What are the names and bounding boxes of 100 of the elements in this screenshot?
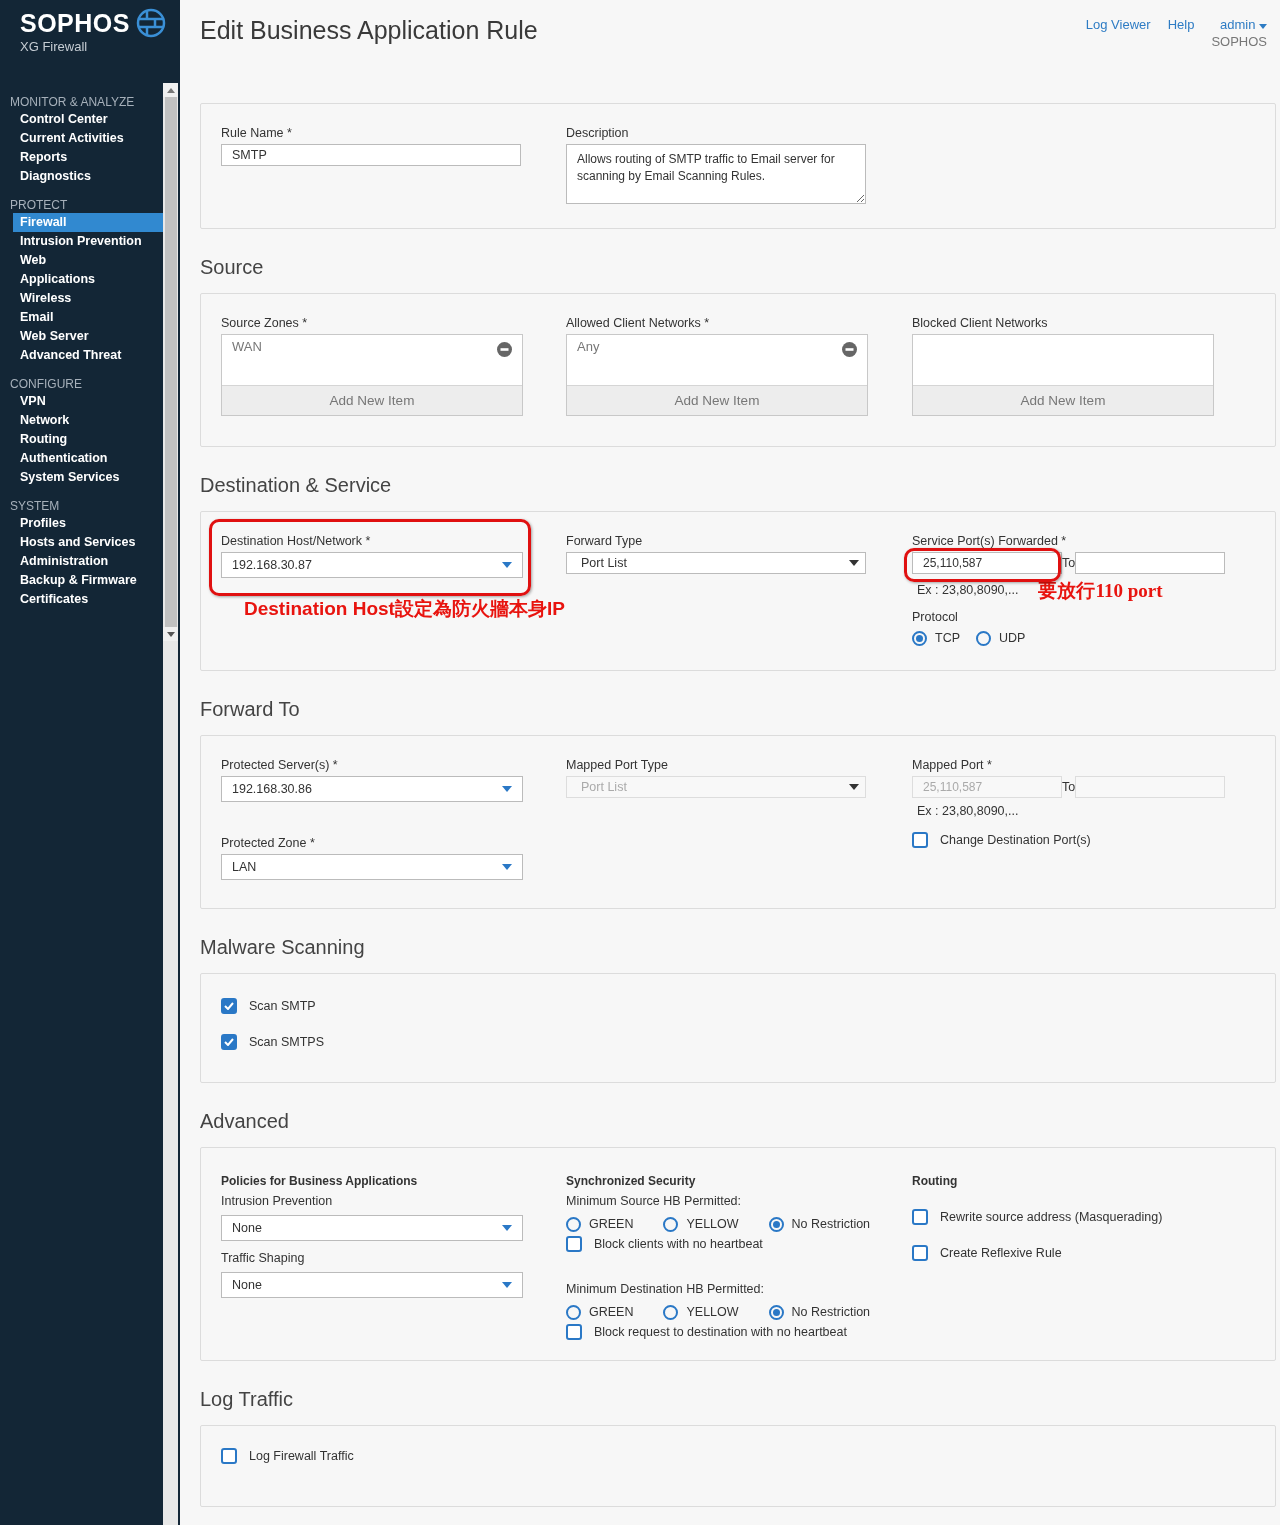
radio-option[interactable]: No Restriction	[768, 1214, 871, 1234]
section-heading: Source	[200, 255, 265, 280]
annotation-text: Destination Host設定為防火牆本身IP	[244, 597, 566, 621]
section-heading: Malware Scanning	[200, 935, 366, 960]
option-label: YELLOW	[686, 1305, 739, 1319]
add-item-button[interactable]: Add New Item	[567, 385, 867, 415]
nav-item[interactable]: Web Server	[13, 327, 163, 346]
radio-option[interactable]: UDP	[976, 628, 1026, 648]
section-heading: Log Traffic	[200, 1387, 295, 1412]
nav-item[interactable]: Firewall	[13, 213, 163, 232]
nav-item[interactable]: VPN	[13, 392, 163, 411]
checkbox[interactable]	[912, 1245, 928, 1261]
nav-item[interactable]: Hosts and Services	[13, 533, 163, 552]
organization-name: SOPHOS	[1211, 34, 1267, 49]
radio-button[interactable]	[976, 630, 991, 646]
rule-name-field[interactable]: SMTP	[221, 144, 521, 166]
scroll-up-icon[interactable]	[166, 87, 175, 93]
nav-item[interactable]: Network	[13, 411, 163, 430]
checkbox[interactable]	[221, 1448, 237, 1464]
checkbox[interactable]	[912, 1209, 928, 1225]
header-link[interactable]: Help	[1167, 17, 1195, 103]
field-label: Rule Name *	[221, 126, 293, 142]
checkbox[interactable]	[912, 832, 928, 848]
policy-dropdown[interactable]: None	[221, 1272, 523, 1298]
field-label: Traffic Shaping	[221, 1251, 306, 1267]
nav-item[interactable]: Email	[13, 308, 163, 327]
nav-item[interactable]: Diagnostics	[13, 167, 163, 186]
radio-button[interactable]	[912, 630, 927, 646]
radio-option[interactable]: YELLOW	[663, 1214, 739, 1234]
nav-item[interactable]: Reports	[13, 148, 163, 167]
option-label: UDP	[999, 631, 1026, 645]
section-heading: Destination & Service	[200, 473, 393, 498]
caret-icon	[502, 786, 512, 792]
field-label: Allowed Client Networks *	[566, 316, 711, 332]
forward-type-dropdown[interactable]: Port List	[566, 552, 866, 574]
field-label: Minimum Destination HB Permitted:	[566, 1282, 765, 1298]
radio-option[interactable]: GREEN	[566, 1214, 634, 1234]
nav-item[interactable]: System Services	[13, 468, 163, 487]
nav-item[interactable]: Routing	[13, 430, 163, 449]
remove-icon[interactable]	[497, 342, 512, 357]
radio-button[interactable]	[566, 1216, 581, 1232]
radio-button[interactable]	[663, 1216, 679, 1232]
nav-item[interactable]: Certificates	[13, 590, 163, 609]
checkbox[interactable]	[566, 1236, 582, 1252]
destination-host-dropdown[interactable]: 192.168.30.87	[221, 552, 523, 578]
radio-button[interactable]	[768, 1216, 784, 1232]
group-title: Routing	[912, 1174, 959, 1190]
caret-icon	[849, 784, 859, 790]
nav-group-title: CONFIGURE	[9, 377, 83, 392]
protected-server-dropdown[interactable]: 192.168.30.86	[221, 776, 523, 802]
port-field[interactable]: 25,110,587	[912, 552, 1062, 574]
nav-item[interactable]: Advanced Threat	[13, 346, 163, 365]
field-label: Destination Host/Network *	[221, 534, 372, 550]
scrollbar[interactable]	[163, 83, 178, 1525]
add-item-button[interactable]: Add New Item	[913, 385, 1213, 415]
caret-icon	[502, 562, 512, 568]
policy-dropdown[interactable]: None	[221, 1215, 523, 1241]
checkbox[interactable]	[566, 1324, 582, 1340]
remove-icon[interactable]	[842, 342, 857, 357]
radio-button[interactable]	[663, 1304, 679, 1320]
protected-zone-dropdown[interactable]: LAN	[221, 854, 523, 880]
nav-item[interactable]: Administration	[13, 552, 163, 571]
globe-icon	[136, 8, 166, 38]
user-menu[interactable]: admin	[1219, 17, 1267, 32]
nav-item[interactable]: Backup & Firmware	[13, 571, 163, 590]
radio-option[interactable]: GREEN	[566, 1302, 634, 1322]
group-title: Policies for Business Applications	[221, 1174, 419, 1190]
radio-option[interactable]: TCP	[912, 628, 960, 648]
checkbox[interactable]	[221, 1034, 237, 1050]
list-item[interactable]: WAN	[232, 339, 262, 354]
nav-group-title: MONITOR & ANALYZE	[9, 95, 136, 110]
radio-option[interactable]: YELLOW	[663, 1302, 739, 1322]
field-label: Source Zones *	[221, 316, 309, 332]
nav-item[interactable]: Current Activities	[13, 129, 163, 148]
to-label: To	[1062, 556, 1076, 570]
radio-option[interactable]: No Restriction	[768, 1302, 871, 1322]
nav-item[interactable]: Web	[13, 251, 163, 270]
field-label: Minimum Source HB Permitted:	[566, 1194, 743, 1210]
caret-icon	[502, 1282, 512, 1288]
field-label: Blocked Client Networks	[912, 316, 1049, 332]
radio-button[interactable]	[566, 1304, 581, 1320]
nav-item[interactable]: Intrusion Prevention	[13, 232, 163, 251]
nav-item[interactable]: Profiles	[13, 514, 163, 533]
description-field[interactable]: Allows routing of SMTP traffic to Email server for scanning by Email Scanning Rules.	[566, 144, 866, 204]
nav-item[interactable]: Wireless	[13, 289, 163, 308]
add-item-button[interactable]: Add New Item	[222, 385, 522, 415]
nav-item[interactable]: Applications	[13, 270, 163, 289]
nav-item[interactable]: Control Center	[13, 110, 163, 129]
radio-button[interactable]	[768, 1304, 784, 1320]
checkbox[interactable]	[221, 998, 237, 1014]
field-label: Forward Type	[566, 534, 644, 550]
port-end-field[interactable]	[1075, 552, 1226, 574]
nav-item[interactable]: Authentication	[13, 449, 163, 468]
field-label: Protected Server(s) *	[221, 758, 339, 774]
example-hint: Ex : 23,80,8090,...	[917, 583, 1019, 599]
list-item[interactable]: Any	[577, 339, 600, 354]
scroll-down-icon[interactable]	[166, 631, 175, 637]
page-title: Edit Business Application Rule	[200, 16, 538, 46]
option-label: GREEN	[589, 1217, 634, 1231]
header-link[interactable]: Log Viewer	[1085, 17, 1151, 103]
